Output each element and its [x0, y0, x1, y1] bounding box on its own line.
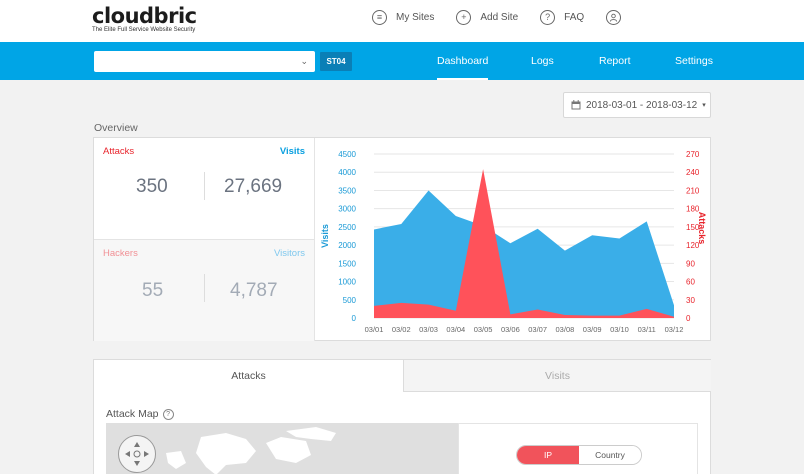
x-tick-label: 03/11: [638, 325, 656, 334]
plus-icon: +: [456, 10, 472, 25]
y-tick-label: 2000: [338, 241, 356, 250]
chevron-down-icon: ⌄: [300, 56, 308, 66]
logo-wordmark: cloudbric: [92, 4, 197, 28]
tab-visits[interactable]: Visits: [403, 360, 711, 392]
y2-tick-label: 60: [686, 278, 695, 287]
visitors-label: Visitors: [274, 248, 305, 259]
y-tick-label: 2500: [338, 223, 356, 232]
hackers-value: 55: [142, 280, 164, 301]
y2-tick-label: 0: [686, 314, 691, 323]
detail-panel: Attacks Visits Attack Map ? IP Country: [93, 359, 711, 474]
y-tick-label: 1500: [338, 259, 356, 268]
hackers-label: Hackers: [103, 248, 138, 259]
hackers-visitors-box: Hackers Visitors 55 4,787: [94, 240, 315, 341]
attack-map-label: Attack Map: [106, 408, 159, 420]
site-select[interactable]: ⌄: [94, 51, 315, 72]
visits-area: [374, 190, 674, 318]
pan-arrows-icon: [125, 442, 149, 466]
overview-title: Overview: [94, 122, 138, 134]
y2-tick-label: 270: [686, 150, 700, 159]
stat-divider: [204, 274, 205, 302]
x-tick-label: 03/08: [556, 325, 575, 334]
my-sites-link[interactable]: ≡ My Sites: [372, 10, 434, 25]
visits-label: Visits: [279, 146, 305, 157]
logo-tagline: The Elite Full Service Website Security: [92, 27, 196, 33]
user-icon: [606, 10, 622, 25]
y-axis-label: Visits: [320, 224, 330, 248]
attacks-label: Attacks: [103, 146, 135, 157]
site-go-button[interactable]: ST04: [320, 52, 352, 71]
x-tick-label: 03/03: [419, 325, 438, 334]
faq-link[interactable]: ? FAQ: [540, 10, 584, 25]
date-range-value: 2018-03-01 - 2018-03-12: [586, 99, 698, 111]
world-map-shapes: [166, 427, 336, 474]
y-tick-label: 3500: [338, 186, 356, 195]
stat-divider: [204, 172, 205, 200]
attacks-value: 350: [136, 176, 168, 197]
toggle-ip[interactable]: IP: [517, 446, 579, 464]
tab-logs[interactable]: Logs: [531, 42, 554, 80]
map-pan-control[interactable]: [118, 435, 156, 473]
y-tick-label: 4000: [338, 168, 356, 177]
date-range-picker[interactable]: 2018-03-01 - 2018-03-12 ▾: [563, 92, 711, 118]
tab-attacks[interactable]: Attacks: [94, 360, 403, 392]
y2-tick-label: 90: [686, 259, 695, 268]
tab-dashboard[interactable]: Dashboard: [437, 42, 489, 80]
overview-chart: 0 500 1000 1500 2000 2500 3000 3500 4000 4500 0 30 6…: [316, 138, 710, 340]
visits-attacks-chart: 0 500 1000 1500 2000 2500 3000 3500 4000 4500 0 30 6…: [320, 150, 707, 334]
x-tick-label: 03/12: [665, 325, 684, 334]
x-tick-label: 03/01: [365, 325, 384, 334]
attack-map-title: Attack Map ?: [106, 408, 174, 420]
y2-tick-label: 30: [686, 296, 695, 305]
y-tick-label: 0: [352, 314, 357, 323]
y2-tick-label: 210: [686, 186, 700, 195]
account-link[interactable]: [606, 10, 630, 25]
x-tick-label: 03/09: [583, 325, 602, 334]
ip-country-toggle: IP Country: [516, 445, 642, 465]
main-navbar: ⌄ ST04 Dashboard Logs Report Settings: [0, 42, 804, 80]
caret-down-icon: ▾: [702, 102, 706, 109]
x-tick-label: 03/02: [392, 325, 411, 334]
y-tick-label: 1000: [338, 278, 356, 287]
add-site-link[interactable]: + Add Site: [456, 10, 518, 25]
y-tick-label: 4500: [338, 150, 356, 159]
cloudbric-logo[interactable]: cloudbric The Elite Full Service Website…: [92, 4, 197, 34]
my-sites-label: My Sites: [396, 12, 435, 23]
top-header: cloudbric The Elite Full Service Website…: [0, 0, 804, 42]
toggle-country[interactable]: Country: [579, 446, 641, 464]
x-tick-label: 03/06: [501, 325, 520, 334]
list-icon: ≡: [372, 10, 387, 25]
x-tick-label: 03/07: [528, 325, 547, 334]
overview-panel: Attacks Visits 350 27,669 Hackers Visito…: [93, 137, 711, 341]
y2-axis-label: Attacks: [697, 212, 707, 245]
x-tick-label: 03/04: [446, 325, 465, 334]
attack-map[interactable]: [106, 423, 458, 474]
y2-tick-label: 240: [686, 168, 700, 177]
tab-report[interactable]: Report: [599, 42, 631, 80]
top-links: ≡ My Sites + Add Site ? FAQ: [372, 10, 652, 25]
y-tick-label: 500: [343, 296, 357, 305]
x-tick-label: 03/10: [610, 325, 629, 334]
tab-settings[interactable]: Settings: [675, 42, 713, 80]
x-tick-label: 03/05: [474, 325, 493, 334]
faq-label: FAQ: [564, 12, 585, 23]
attacks-visits-box: Attacks Visits 350 27,669: [94, 138, 315, 240]
visits-value: 27,669: [224, 176, 283, 197]
help-icon[interactable]: ?: [162, 408, 174, 420]
question-icon: ?: [540, 10, 556, 25]
visitors-value: 4,787: [230, 280, 278, 301]
add-site-label: Add Site: [480, 12, 519, 23]
map-mode-area: IP Country: [458, 423, 698, 474]
calendar-icon: [571, 100, 581, 110]
y-tick-label: 3000: [338, 205, 356, 214]
